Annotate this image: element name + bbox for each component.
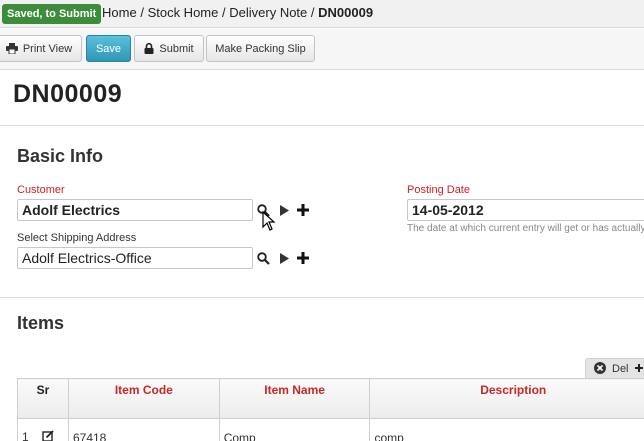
breadcrumb-stock-home[interactable]: Stock Home bbox=[148, 5, 219, 20]
row-sr: 1 bbox=[22, 430, 29, 441]
edit-icon[interactable] bbox=[42, 430, 54, 441]
play-icon[interactable] bbox=[277, 251, 291, 265]
divider bbox=[0, 125, 644, 126]
print-view-label: Print View bbox=[22, 42, 73, 55]
shipping-address-input[interactable]: Adolf Electrics-Office bbox=[17, 247, 253, 269]
lock-icon bbox=[144, 43, 154, 54]
plus-icon bbox=[634, 363, 643, 375]
play-icon[interactable] bbox=[277, 203, 291, 217]
column-header-item-code: Item Code bbox=[67, 378, 220, 419]
column-header-description: Description bbox=[369, 378, 644, 419]
breadcrumb-separator: / bbox=[222, 5, 226, 20]
toolbar: Print View Save Submit Make Packing Slip bbox=[0, 29, 644, 70]
breadcrumb: Home / Stock Home / Delivery Note / DN00… bbox=[102, 5, 373, 21]
breadcrumb-home[interactable]: Home bbox=[102, 5, 137, 20]
breadcrumb-delivery-note[interactable]: Delivery Note bbox=[229, 5, 307, 20]
row-sr-cell: 1 bbox=[17, 418, 69, 441]
top-bar: Saved, to Submit Home / Stock Home / Del… bbox=[0, 0, 644, 28]
item-name-cell[interactable]: Comp bbox=[218, 418, 371, 441]
description-cell[interactable]: comp bbox=[369, 418, 644, 441]
breadcrumb-separator: / bbox=[140, 5, 144, 20]
table-header-row: Sr Item Code Item Name Description bbox=[17, 378, 644, 419]
breadcrumb-current: DN00009 bbox=[318, 5, 374, 20]
save-button[interactable]: Save bbox=[86, 35, 131, 62]
page-title: DN00009 bbox=[13, 80, 123, 108]
posting-date-help: The date at which current entry will get… bbox=[407, 223, 644, 234]
column-header-item-name: Item Name bbox=[218, 378, 371, 419]
customer-input[interactable]: Adolf Electrics bbox=[17, 199, 253, 221]
items-heading: Items bbox=[17, 313, 65, 333]
delete-label: Del bbox=[612, 363, 629, 375]
status-badge: Saved, to Submit bbox=[2, 4, 102, 24]
items-table: Sr Item Code Item Name Description 1 674… bbox=[17, 378, 644, 441]
submit-label: Submit bbox=[159, 42, 194, 55]
make-packing-slip-button[interactable]: Make Packing Slip bbox=[206, 35, 315, 62]
plus-icon[interactable] bbox=[296, 203, 310, 217]
remove-icon bbox=[594, 361, 606, 377]
save-label: Save bbox=[95, 42, 122, 55]
packing-slip-label: Make Packing Slip bbox=[215, 42, 306, 55]
customer-label: Customer bbox=[17, 184, 65, 196]
delete-row-button[interactable]: Del bbox=[585, 358, 644, 379]
submit-button[interactable]: Submit bbox=[134, 35, 204, 62]
table-row[interactable]: 1 67418 Comp comp bbox=[17, 418, 644, 441]
posting-date-label: Posting Date bbox=[407, 184, 470, 196]
search-icon[interactable] bbox=[256, 251, 270, 265]
divider bbox=[0, 297, 644, 298]
item-code-cell[interactable]: 67418 bbox=[67, 418, 220, 441]
column-header-sr: Sr bbox=[17, 378, 69, 419]
plus-icon[interactable] bbox=[296, 251, 310, 265]
breadcrumb-separator: / bbox=[310, 5, 315, 20]
posting-date-input[interactable]: 14-05-2012 bbox=[407, 199, 644, 221]
print-icon bbox=[5, 43, 18, 54]
basic-info-heading: Basic Info bbox=[17, 146, 104, 166]
shipping-address-label: Select Shipping Address bbox=[17, 232, 137, 244]
mouse-cursor-icon bbox=[262, 211, 276, 231]
print-view-button[interactable]: Print View bbox=[0, 35, 82, 62]
